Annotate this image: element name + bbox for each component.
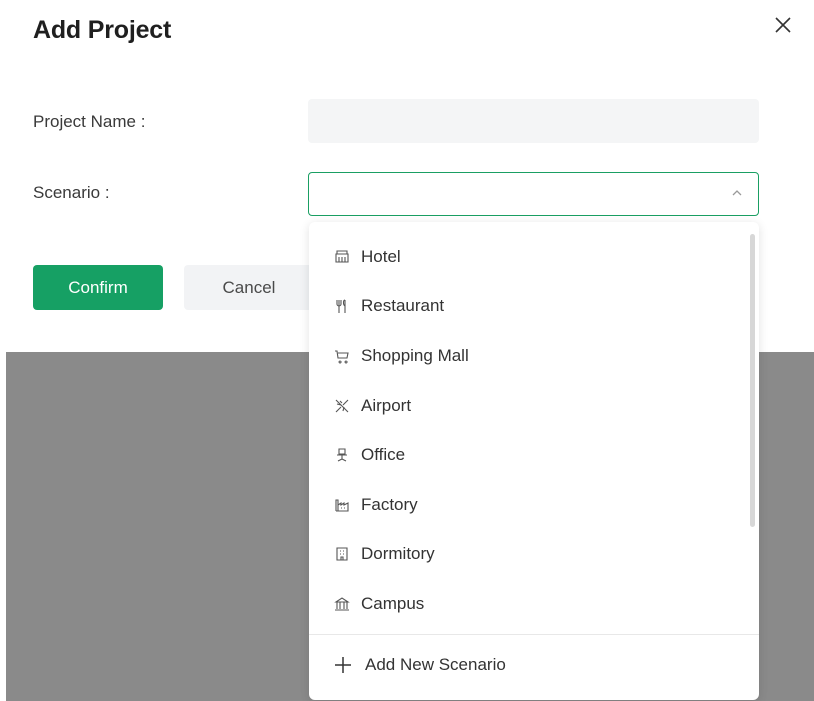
option-label: Office bbox=[361, 445, 406, 465]
shopping-cart-icon bbox=[333, 347, 351, 365]
chevron-up-icon bbox=[732, 190, 742, 196]
confirm-button[interactable]: Confirm bbox=[33, 265, 163, 310]
scenario-option-airport[interactable]: Airport bbox=[309, 381, 759, 431]
option-label: Restaurant bbox=[361, 296, 445, 316]
option-label: Campus bbox=[361, 593, 425, 613]
close-button[interactable] bbox=[768, 10, 798, 40]
scenario-option-hotel[interactable]: Hotel bbox=[309, 232, 759, 282]
dormitory-building-icon bbox=[333, 545, 351, 563]
scenario-select[interactable] bbox=[308, 172, 759, 216]
scenario-option-campus[interactable]: Campus bbox=[309, 579, 759, 629]
option-label: Hotel bbox=[361, 246, 401, 266]
dialog-title: Add Project bbox=[33, 16, 172, 44]
scenario-dropdown: Hotel Restaurant Shopping Mall Airport O bbox=[309, 222, 759, 700]
scenario-label: Scenario : bbox=[33, 183, 110, 202]
project-name-label: Project Name : bbox=[33, 112, 146, 131]
scenario-options-list: Hotel Restaurant Shopping Mall Airport O bbox=[309, 232, 759, 629]
scenario-option-office[interactable]: Office bbox=[309, 430, 759, 480]
option-label: Dormitory bbox=[361, 544, 435, 564]
plus-icon bbox=[335, 657, 351, 673]
scenario-option-dormitory[interactable]: Dormitory bbox=[309, 530, 759, 580]
option-label: Airport bbox=[361, 395, 412, 415]
scenario-option-shopping-mall[interactable]: Shopping Mall bbox=[309, 331, 759, 381]
hotel-icon bbox=[333, 248, 351, 266]
option-label: Shopping Mall bbox=[361, 345, 469, 365]
add-new-scenario-button[interactable]: Add New Scenario bbox=[309, 635, 759, 695]
cancel-button[interactable]: Cancel bbox=[184, 265, 314, 310]
dropdown-scrollbar[interactable] bbox=[750, 234, 755, 527]
add-new-scenario-label: Add New Scenario bbox=[365, 655, 506, 674]
project-name-input[interactable] bbox=[308, 99, 759, 143]
fork-knife-icon bbox=[333, 297, 351, 315]
scenario-option-restaurant[interactable]: Restaurant bbox=[309, 282, 759, 332]
close-icon bbox=[775, 17, 791, 33]
office-chair-icon bbox=[333, 446, 351, 464]
scenario-option-factory[interactable]: Factory bbox=[309, 480, 759, 530]
airplane-icon bbox=[333, 397, 351, 415]
option-label: Factory bbox=[361, 494, 418, 514]
campus-building-icon bbox=[333, 595, 351, 613]
factory-icon bbox=[333, 496, 351, 514]
